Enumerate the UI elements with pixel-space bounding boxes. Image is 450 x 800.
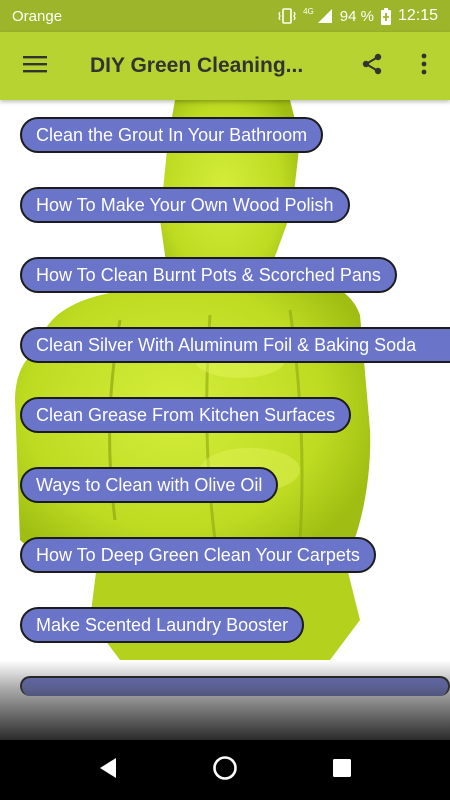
menu-button[interactable] — [0, 32, 70, 100]
recents-button[interactable] — [312, 740, 372, 800]
topic-button-grout[interactable]: Clean the Grout In Your Bathroom — [20, 117, 324, 153]
share-button[interactable] — [346, 32, 398, 100]
network-type: 4G — [303, 6, 314, 16]
home-button[interactable] — [195, 740, 255, 800]
vibrate-icon — [278, 8, 296, 24]
signal-icon — [317, 8, 333, 24]
carrier-name: Orange — [12, 7, 63, 25]
app-screen: Orange 4G 94 % 12:15 DIY Green Cleaning.… — [0, 0, 450, 800]
status-icons: 4G 94 % 12:15 — [278, 7, 438, 25]
battery-level: 94 % — [339, 7, 374, 25]
topic-button-laundry-booster[interactable]: Make Scented Laundry Booster — [20, 607, 305, 643]
topic-button-kitchen-grease[interactable]: Clean Grease From Kitchen Surfaces — [20, 397, 352, 433]
clock: 12:15 — [397, 7, 438, 24]
topic-button-olive-oil[interactable]: Ways to Clean with Olive Oil — [20, 467, 279, 503]
back-button[interactable] — [78, 740, 138, 800]
navigation-bar — [0, 740, 450, 800]
topic-button-burnt-pots[interactable]: How To Clean Burnt Pots & Scorched Pans — [20, 257, 397, 293]
content-area[interactable]: Clean the Grout In Your Bathroom How To … — [0, 100, 450, 740]
battery-icon — [380, 7, 391, 25]
topic-button-clean-silver[interactable]: Clean Silver With Aluminum Foil & Baking… — [20, 327, 450, 363]
home-icon — [212, 755, 238, 786]
page-title: DIY Green Cleaning... — [90, 54, 304, 77]
app-bar: DIY Green Cleaning... — [0, 32, 450, 100]
share-icon — [360, 52, 384, 81]
topic-button-wood-polish[interactable]: How To Make Your Own Wood Polish — [20, 187, 350, 223]
overflow-menu-button[interactable] — [398, 32, 450, 100]
scroll-fade-overlay — [0, 660, 450, 740]
recents-icon — [332, 758, 352, 783]
more-vert-icon — [421, 53, 427, 80]
topic-button-carpets[interactable]: How To Deep Green Clean Your Carpets — [20, 537, 376, 573]
back-icon — [98, 757, 118, 784]
status-bar: Orange 4G 94 % 12:15 — [0, 0, 450, 32]
hamburger-icon — [23, 55, 47, 78]
